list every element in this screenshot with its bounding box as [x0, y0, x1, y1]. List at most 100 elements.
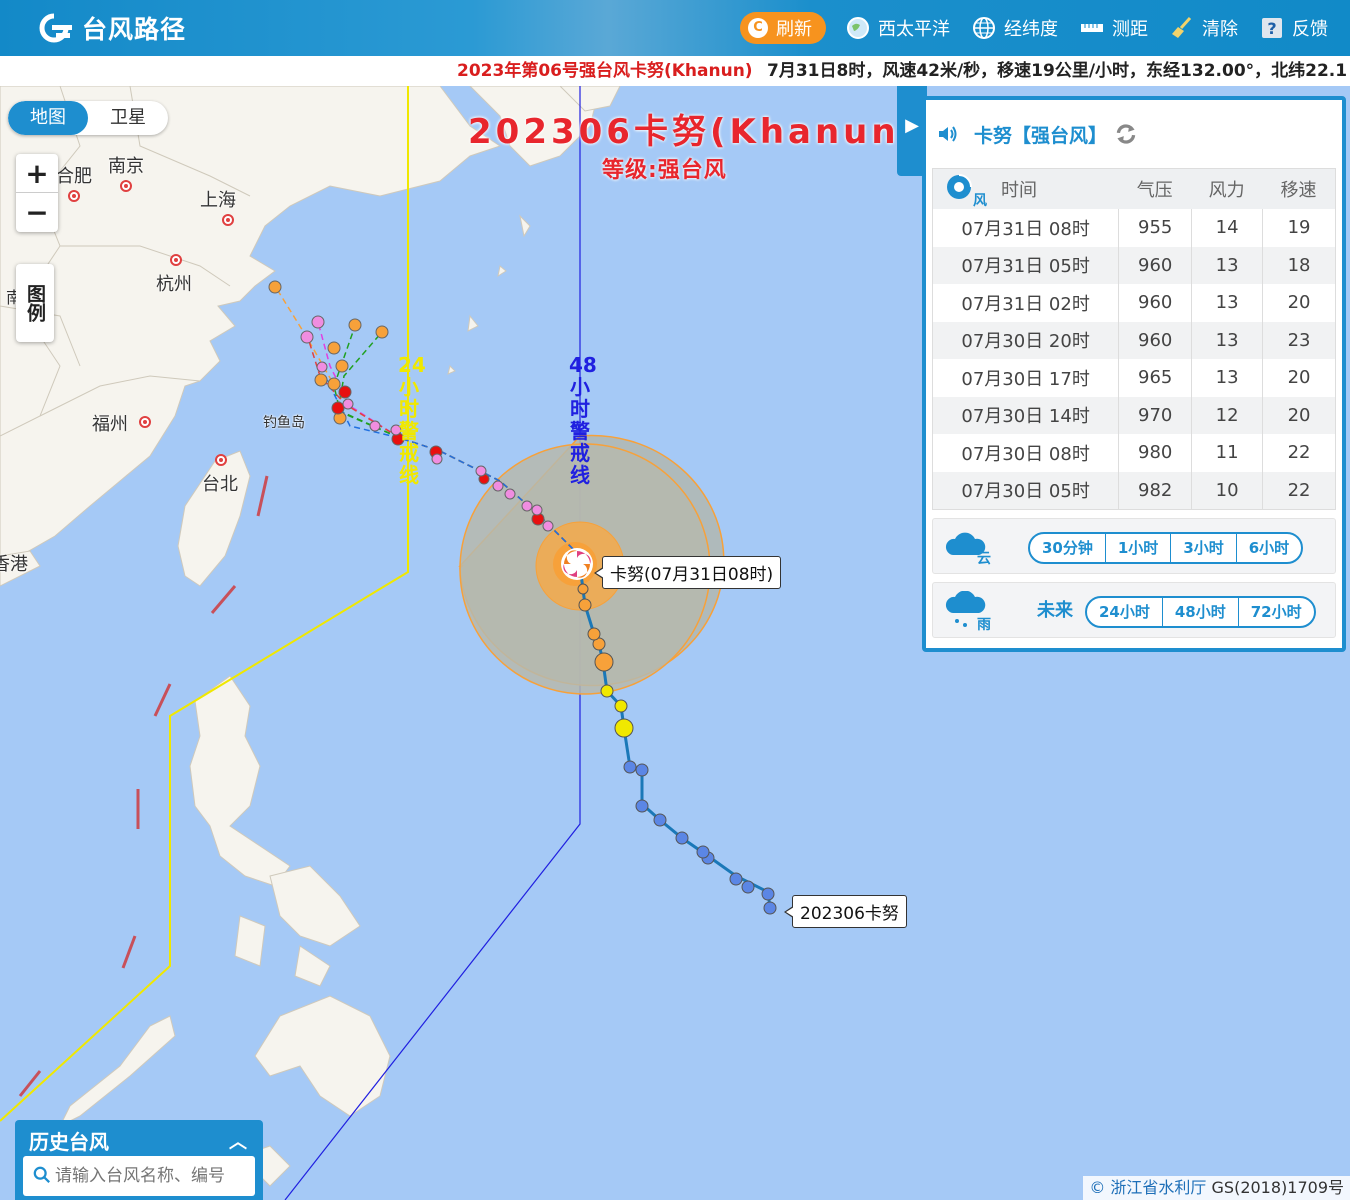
city-marker-fuzhou[interactable]: [139, 416, 151, 428]
typhoon-current-icon[interactable]: [561, 548, 593, 580]
cell-wind: 13: [1191, 246, 1262, 284]
table-row[interactable]: 07月30日 14时 970 12 20: [933, 396, 1335, 434]
logo[interactable]: 台风路径: [34, 10, 186, 46]
cloud-icon: 云: [945, 532, 991, 567]
table-row[interactable]: 07月31日 05时 960 13 18: [933, 246, 1335, 284]
zoom-out-button[interactable]: −: [16, 193, 58, 232]
cell-speed: 20: [1262, 359, 1335, 397]
cell-wind: 11: [1191, 434, 1262, 472]
history-title: 历史台风: [29, 1130, 109, 1154]
city-label-hangzhou: 杭州: [156, 274, 192, 295]
rain-cloud-icon: 雨: [945, 591, 991, 631]
zoom-in-button[interactable]: +: [16, 154, 58, 193]
copyright: © 浙江省水利厅 GS(2018)1709号: [1083, 1176, 1350, 1200]
typhoon-logo-icon: [39, 13, 72, 43]
ticker-detail: 7月31日8时，风速42米/秒，移速19公里/小时，东经132.00°，北纬22…: [767, 61, 1348, 81]
cell-time: 07月31日 02时: [961, 293, 1090, 315]
cloud-option[interactable]: 30分钟: [1030, 534, 1105, 562]
rain-interval-selector: 24小时 48小时 72小时: [1085, 596, 1316, 628]
west-pacific-button[interactable]: 西太平洋: [846, 15, 950, 41]
cloud-option[interactable]: 1小时: [1104, 534, 1170, 562]
cell-speed: 19: [1262, 209, 1335, 247]
table-row[interactable]: 07月31日 08时 955 14 19: [933, 209, 1335, 247]
city-marker-shanghai[interactable]: [222, 214, 234, 226]
cell-pressure: 982: [1118, 471, 1191, 509]
top-bar: 台风路径 C 刷新 西太平洋 经纬度 测距 清除 ? 反馈: [0, 0, 1350, 56]
cloud-option[interactable]: 6小时: [1235, 534, 1301, 562]
west-pacific-label: 西太平洋: [878, 19, 950, 40]
clear-label: 清除: [1202, 19, 1238, 40]
cell-speed: 23: [1262, 321, 1335, 359]
table-row[interactable]: 07月30日 17时 965 13 20: [933, 359, 1335, 397]
feedback-button[interactable]: ? 反馈: [1260, 15, 1328, 41]
cell-speed: 20: [1262, 284, 1335, 322]
ruler-icon: [1081, 24, 1103, 32]
latlon-button[interactable]: 经纬度: [972, 15, 1058, 41]
cell-wind: 13: [1191, 359, 1262, 397]
map-type-toggle: 地图 卫星: [8, 101, 168, 135]
legend-button[interactable]: 图例: [16, 264, 54, 342]
mindanao-island: [254, 995, 391, 1117]
visayas-islands: [234, 865, 361, 987]
panel-typhoon-grade: 【强台风】: [1012, 124, 1108, 147]
table-row[interactable]: 07月30日 08时 980 11 22: [933, 434, 1335, 472]
table-row[interactable]: 07月30日 20时 960 13 23: [933, 321, 1335, 359]
rain-future-label: 未来: [1037, 600, 1073, 621]
cell-pressure: 970: [1118, 396, 1191, 434]
map-canvas[interactable]: 合肥 南京 上海 杭州 福州 钓鱼岛 台北 香港 南 地图 卫星 + − 图例 …: [0, 86, 1350, 1200]
city-marker-hefei[interactable]: [68, 190, 80, 202]
cell-speed: 22: [1262, 434, 1335, 472]
cell-pressure: 955: [1118, 209, 1191, 247]
cell-time: 07月30日 14时: [961, 406, 1090, 428]
clear-button[interactable]: 清除: [1170, 15, 1238, 41]
city-marker-hangzhou[interactable]: [170, 254, 182, 266]
cloud-row: 云 30分钟 1小时 3小时 6小时: [932, 518, 1336, 574]
zoom-control: + −: [16, 154, 58, 232]
map-type-satellite-button[interactable]: 卫星: [88, 101, 168, 135]
measure-label: 测距: [1112, 19, 1148, 40]
rain-option[interactable]: 48小时: [1161, 598, 1238, 626]
table-row[interactable]: 07月30日 05时 982 10 22: [933, 471, 1335, 509]
cell-pressure: 960: [1118, 284, 1191, 322]
chevron-up-icon[interactable]: ︿: [229, 1128, 247, 1154]
rain-option[interactable]: 24小时: [1087, 598, 1162, 626]
refresh-cycle-icon[interactable]: [1113, 121, 1139, 147]
refresh-button[interactable]: C 刷新: [740, 12, 826, 44]
copyright-org[interactable]: © 浙江省水利厅: [1089, 1178, 1206, 1197]
city-label-shanghai: 上海: [200, 190, 236, 211]
cell-wind: 13: [1191, 284, 1262, 322]
cell-time: 07月30日 17时: [961, 368, 1090, 390]
cell-wind: 12: [1191, 396, 1262, 434]
cloud-option[interactable]: 3小时: [1170, 534, 1235, 562]
ticker-typhoon-name: 2023年第06号强台风卡努(Khanun): [457, 61, 753, 81]
typhoon-title: 202306卡努(Khanun): [468, 112, 920, 152]
cell-pressure: 980: [1118, 434, 1191, 472]
chevron-right-icon: ▶: [905, 115, 919, 136]
city-label-taipei: 台北: [202, 474, 238, 495]
svg-text:?: ?: [1267, 19, 1276, 38]
rain-option[interactable]: 72小时: [1237, 598, 1314, 626]
start-position-callout[interactable]: 202306卡努: [784, 895, 907, 928]
col-time: 时间: [1001, 180, 1037, 201]
city-marker-nanjing[interactable]: [120, 180, 132, 192]
feedback-label: 反馈: [1292, 19, 1328, 40]
history-search-input[interactable]: [23, 1156, 255, 1196]
map-type-map-button[interactable]: 地图: [8, 101, 88, 135]
table-row[interactable]: 07月31日 02时 960 13 20: [933, 284, 1335, 322]
city-marker-taipei[interactable]: [215, 454, 227, 466]
speaker-icon[interactable]: [936, 122, 960, 146]
city-label-diaoyu: 钓鱼岛: [263, 415, 305, 431]
wind-badge-icon: 风: [947, 174, 987, 207]
mainland-china: [0, 86, 502, 567]
typhoon-grade: 等级:强台风: [602, 158, 727, 183]
cell-pressure: 960: [1118, 321, 1191, 359]
latlon-label: 经纬度: [1004, 19, 1058, 40]
cell-wind: 13: [1191, 321, 1262, 359]
measure-button[interactable]: 测距: [1080, 15, 1148, 41]
history-typhoon-panel: 历史台风 ︿: [15, 1120, 263, 1200]
cell-speed: 18: [1262, 246, 1335, 284]
warning-label-24h: 24小时警戒线: [398, 353, 426, 487]
rain-row: 雨 未来 24小时 48小时 72小时: [932, 582, 1336, 638]
top-nav: C 刷新 西太平洋 经纬度 测距 清除 ? 反馈: [740, 10, 1350, 46]
current-position-callout[interactable]: 卡努(07月31日08时): [593, 556, 782, 589]
